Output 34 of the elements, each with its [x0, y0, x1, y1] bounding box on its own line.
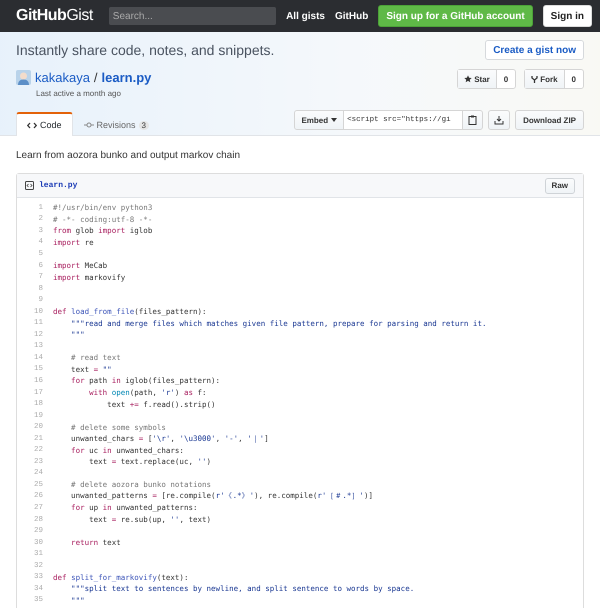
- avatar-icon: [16, 70, 31, 85]
- action-button[interactable]: Star: [458, 70, 497, 88]
- tab[interactable]: Code: [16, 112, 73, 136]
- commit-icon: [84, 122, 94, 128]
- caret-icon: [331, 118, 338, 122]
- action-count: 0: [570, 74, 577, 86]
- star-icon: [464, 75, 472, 83]
- download-button[interactable]: [488, 110, 510, 130]
- fork-icon: [531, 74, 538, 84]
- action-count: 0: [502, 74, 510, 86]
- path-separator: /: [94, 70, 98, 85]
- clipboard-icon: [468, 115, 478, 125]
- gist-name-link[interactable]: learn.py: [102, 70, 152, 85]
- copy-button[interactable]: [462, 110, 484, 130]
- tagline: Instantly share code, notes, and snippets.: [16, 42, 274, 58]
- tab[interactable]: Revisions 3: [72, 112, 160, 136]
- create-gist-button[interactable]: Create a gist now: [485, 40, 584, 60]
- sign-in-button[interactable]: Sign in: [542, 5, 592, 27]
- download-icon: [494, 116, 504, 124]
- code-icon: [27, 122, 37, 128]
- file-code-icon: [25, 181, 34, 190]
- gist-description: Learn from aozora bunko and output markov chain: [15, 149, 242, 163]
- file-name-link[interactable]: learn.py: [25, 181, 78, 190]
- gist-logo[interactable]: GitHubGist: [16, 7, 93, 25]
- search-field[interactable]: Search...: [108, 7, 276, 25]
- owner-link[interactable]: kakakaya: [35, 70, 90, 85]
- nav-link[interactable]: GitHub: [334, 10, 368, 22]
- raw-button[interactable]: Raw: [544, 178, 575, 194]
- last-active-text: Last active a month ago: [36, 89, 122, 98]
- download-zip-button[interactable]: Download ZIP: [515, 110, 584, 130]
- revision-counter: 3: [138, 120, 149, 130]
- action-button[interactable]: Fork: [525, 70, 565, 88]
- nav-link[interactable]: All gists: [286, 10, 325, 22]
- embed-dropdown[interactable]: Embed: [294, 110, 344, 130]
